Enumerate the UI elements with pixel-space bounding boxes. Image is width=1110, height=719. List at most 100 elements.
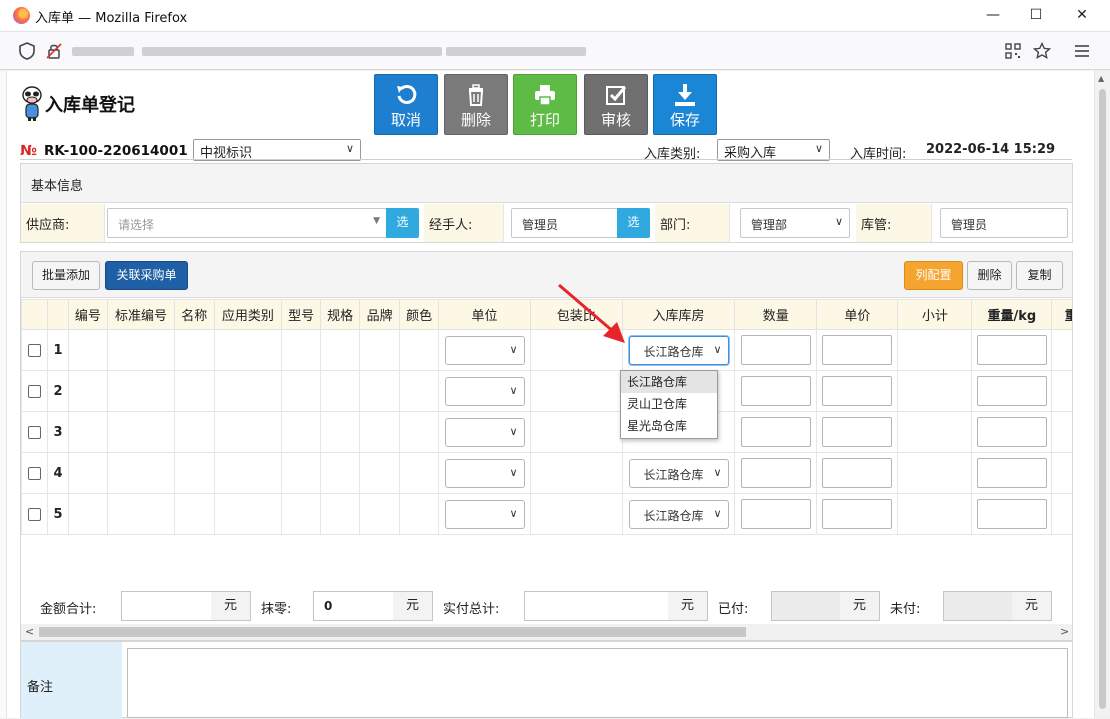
table-cell[interactable] [398, 370, 440, 412]
warehouse-option[interactable]: 灵山卫仓库 [621, 393, 717, 415]
column-header[interactable]: 应用类别 [213, 299, 283, 330]
table-cell[interactable] [359, 329, 400, 371]
table-cell[interactable] [281, 493, 321, 535]
column-header[interactable]: 单价 [816, 299, 899, 330]
weight-input[interactable] [976, 335, 1047, 365]
quantity-input[interactable] [740, 376, 811, 406]
weight-input[interactable] [976, 499, 1047, 529]
table-cell[interactable] [281, 329, 321, 371]
table-cell[interactable] [213, 329, 283, 371]
table-cell[interactable] [107, 411, 175, 453]
table-cell[interactable] [107, 329, 175, 371]
close-button[interactable]: ✕ [1059, 0, 1105, 32]
row-checkbox[interactable] [28, 425, 42, 439]
items-table-viewport[interactable]: 编号 标准编号 名称 应用类别 型号 规格 品牌 颜色 单位 包装比 入库库房 … [21, 299, 1072, 538]
unit-price-input[interactable] [822, 499, 893, 529]
amount-total-input[interactable] [121, 591, 212, 621]
table-cell[interactable] [107, 493, 175, 535]
table-cell[interactable] [67, 452, 109, 494]
shield-icon[interactable] [17, 41, 37, 61]
review-button[interactable]: 审核 [584, 74, 648, 135]
table-cell[interactable] [319, 411, 361, 453]
minimize-button[interactable]: — [970, 0, 1016, 32]
scroll-up-arrow-icon[interactable]: ▲ [1098, 74, 1104, 83]
unit-select[interactable]: ∨ [444, 335, 525, 365]
cancel-button[interactable]: 取消 [374, 74, 438, 135]
warehouse-select[interactable]: 长江路仓库 ∨ [628, 499, 729, 529]
handler-input[interactable]: 管理员 [511, 208, 619, 238]
table-cell[interactable] [281, 370, 321, 412]
inbound-type-select[interactable]: 采购入库 ∨ [717, 139, 830, 161]
table-cell[interactable] [1051, 493, 1072, 535]
grid-delete-button[interactable]: 删除 [967, 261, 1012, 290]
table-cell[interactable] [359, 452, 400, 494]
column-header[interactable]: 型号 [281, 299, 321, 330]
vertical-scrollbar[interactable]: ▲ [1094, 71, 1110, 718]
table-cell[interactable] [319, 493, 361, 535]
quantity-input[interactable] [740, 335, 811, 365]
table-cell[interactable] [1051, 452, 1072, 494]
table-cell[interactable] [67, 370, 109, 412]
table-cell[interactable] [67, 329, 109, 371]
unit-select[interactable]: ∨ [444, 499, 525, 529]
link-purchase-order-button[interactable]: 关联采购单 [105, 261, 188, 290]
vertical-scroll-thumb[interactable] [1099, 89, 1106, 709]
table-cell[interactable] [173, 329, 215, 371]
table-cell[interactable] [398, 452, 440, 494]
grid-copy-button[interactable]: 复制 [1016, 261, 1063, 290]
table-cell[interactable] [213, 411, 283, 453]
table-cell[interactable] [107, 370, 175, 412]
weight-input[interactable] [976, 417, 1047, 447]
warehouse-dropdown-list[interactable]: 长江路仓库 灵山卫仓库 星光岛仓库 [620, 370, 718, 439]
row-checkbox[interactable] [28, 384, 42, 398]
handler-pick-button[interactable]: 选 [617, 208, 650, 238]
print-button[interactable]: 打印 [513, 74, 577, 135]
table-cell[interactable] [319, 452, 361, 494]
column-header[interactable]: 重 [1051, 299, 1072, 330]
column-header[interactable]: 标准编号 [107, 299, 175, 330]
row-checkbox[interactable] [28, 343, 42, 357]
unit-select[interactable]: ∨ [444, 458, 525, 488]
column-header[interactable]: 重量/kg [971, 299, 1053, 330]
batch-add-button[interactable]: 批量添加 [32, 261, 100, 290]
table-cell[interactable] [529, 370, 623, 412]
column-header[interactable]: 名称 [173, 299, 215, 330]
company-select[interactable]: 中视标识 ∨ [193, 139, 361, 161]
table-cell[interactable] [529, 411, 623, 453]
table-cell[interactable] [173, 493, 215, 535]
table-cell[interactable] [359, 370, 400, 412]
column-header[interactable]: 颜色 [398, 299, 440, 330]
table-cell[interactable] [107, 452, 175, 494]
column-header[interactable]: 小计 [897, 299, 973, 330]
weight-input[interactable] [976, 458, 1047, 488]
inbound-time-value[interactable]: 2022-06-14 15:29 [926, 142, 1055, 157]
table-cell[interactable] [281, 452, 321, 494]
table-cell[interactable] [1051, 329, 1072, 371]
rounding-input[interactable]: 0 [313, 591, 394, 621]
table-cell[interactable] [281, 411, 321, 453]
table-cell[interactable] [67, 411, 109, 453]
weight-input[interactable] [976, 376, 1047, 406]
table-cell[interactable] [529, 493, 623, 535]
table-cell[interactable] [319, 329, 361, 371]
delete-button[interactable]: 删除 [444, 74, 508, 135]
save-button[interactable]: 保存 [653, 74, 717, 135]
qr-code-icon[interactable] [1003, 41, 1023, 61]
column-header[interactable]: 品牌 [359, 299, 400, 330]
table-cell[interactable] [529, 452, 623, 494]
supplier-pick-button[interactable]: 选 [386, 208, 419, 238]
warehouse-option[interactable]: 长江路仓库 [621, 371, 717, 393]
column-config-button[interactable]: 列配置 [904, 261, 963, 290]
row-checkbox[interactable] [28, 466, 42, 480]
table-cell[interactable] [398, 493, 440, 535]
row-checkbox[interactable] [28, 507, 42, 521]
menu-icon[interactable] [1072, 41, 1092, 61]
table-cell[interactable] [398, 411, 440, 453]
quantity-input[interactable] [740, 499, 811, 529]
table-cell[interactable] [173, 452, 215, 494]
warehouse-option[interactable]: 星光岛仓库 [621, 415, 717, 437]
quantity-input[interactable] [740, 417, 811, 447]
supplier-input[interactable]: 请选择 ▼ [107, 208, 387, 238]
unit-price-input[interactable] [822, 458, 893, 488]
table-cell[interactable] [398, 329, 440, 371]
